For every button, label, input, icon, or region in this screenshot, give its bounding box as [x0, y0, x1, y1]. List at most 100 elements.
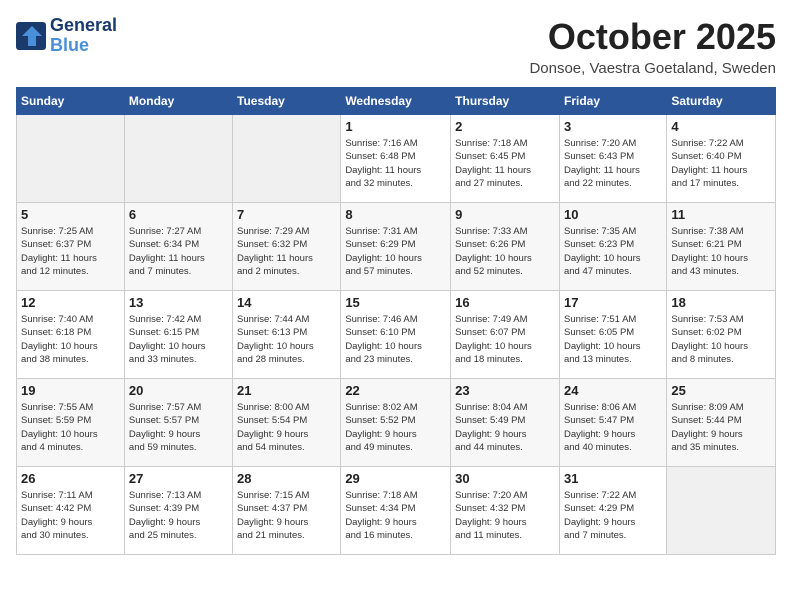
day-info: Sunrise: 7:20 AM Sunset: 6:43 PM Dayligh…: [564, 137, 662, 190]
calendar-cell: 13 Sunrise: 7:42 AM Sunset: 6:15 PM Dayli…: [124, 291, 232, 379]
col-header-wednesday: Wednesday: [341, 88, 451, 115]
day-number: 4: [671, 119, 771, 134]
day-number: 19: [21, 383, 120, 398]
day-number: 31: [564, 471, 662, 486]
day-info: Sunrise: 7:51 AM Sunset: 6:05 PM Dayligh…: [564, 313, 662, 366]
day-number: 2: [455, 119, 555, 134]
day-info: Sunrise: 7:22 AM Sunset: 4:29 PM Dayligh…: [564, 489, 662, 542]
logo-line2: Blue: [50, 36, 117, 56]
day-number: 23: [455, 383, 555, 398]
day-number: 22: [345, 383, 446, 398]
day-number: 18: [671, 295, 771, 310]
day-info: Sunrise: 7:42 AM Sunset: 6:15 PM Dayligh…: [129, 313, 228, 366]
calendar-cell: 30 Sunrise: 7:20 AM Sunset: 4:32 PM Dayli…: [451, 467, 560, 555]
calendar-cell: 24Sunrise: 8:06 AM Sunset: 5:47 PM Dayli…: [559, 379, 666, 467]
calendar-cell: [124, 115, 232, 203]
calendar-cell: [233, 115, 341, 203]
calendar-cell: [667, 467, 776, 555]
day-info: Sunrise: 7:11 AM Sunset: 4:42 PM Dayligh…: [21, 489, 120, 542]
day-number: 15: [345, 295, 446, 310]
calendar-cell: 17 Sunrise: 7:51 AM Sunset: 6:05 PM Dayli…: [559, 291, 666, 379]
day-number: 12: [21, 295, 120, 310]
calendar-cell: 20 Sunrise: 7:57 AM Sunset: 5:57 PM Dayli…: [124, 379, 232, 467]
day-number: 24: [564, 383, 662, 398]
day-info: Sunrise: 7:38 AM Sunset: 6:21 PM Dayligh…: [671, 225, 771, 278]
day-number: 10: [564, 207, 662, 222]
day-number: 30: [455, 471, 555, 486]
day-number: 7: [237, 207, 336, 222]
calendar-cell: 5Sunrise: 7:25 AM Sunset: 6:37 PM Daylig…: [17, 203, 125, 291]
day-number: 5: [21, 207, 120, 222]
day-info: Sunrise: 7:13 AM Sunset: 4:39 PM Dayligh…: [129, 489, 228, 542]
day-number: 17: [564, 295, 662, 310]
day-number: 6: [129, 207, 228, 222]
calendar-cell: 26 Sunrise: 7:11 AM Sunset: 4:42 PM Dayli…: [17, 467, 125, 555]
title-block: October 2025 Donsoe, Vaestra Goetaland, …: [529, 16, 776, 77]
day-info: Sunrise: 7:46 AM Sunset: 6:10 PM Dayligh…: [345, 313, 446, 366]
page-header: General Blue October 2025 Donsoe, Vaestr…: [16, 16, 776, 77]
col-header-monday: Monday: [124, 88, 232, 115]
calendar-cell: 29Sunrise: 7:18 AM Sunset: 4:34 PM Dayli…: [341, 467, 451, 555]
calendar-week-2: 5Sunrise: 7:25 AM Sunset: 6:37 PM Daylig…: [17, 203, 776, 291]
calendar-cell: 22 Sunrise: 8:02 AM Sunset: 5:52 PM Dayli…: [341, 379, 451, 467]
calendar-header-row: SundayMondayTuesdayWednesdayThursdayFrid…: [17, 88, 776, 115]
day-info: Sunrise: 7:16 AM Sunset: 6:48 PM Dayligh…: [345, 137, 446, 190]
day-info: Sunrise: 8:00 AM Sunset: 5:54 PM Dayligh…: [237, 401, 336, 454]
calendar-cell: 27 Sunrise: 7:13 AM Sunset: 4:39 PM Dayli…: [124, 467, 232, 555]
day-info: Sunrise: 7:29 AM Sunset: 6:32 PM Dayligh…: [237, 225, 336, 278]
day-info: Sunrise: 7:18 AM Sunset: 6:45 PM Dayligh…: [455, 137, 555, 190]
day-info: Sunrise: 7:57 AM Sunset: 5:57 PM Dayligh…: [129, 401, 228, 454]
calendar-cell: 23 Sunrise: 8:04 AM Sunset: 5:49 PM Dayli…: [451, 379, 560, 467]
day-info: Sunrise: 8:02 AM Sunset: 5:52 PM Dayligh…: [345, 401, 446, 454]
calendar-cell: 7 Sunrise: 7:29 AM Sunset: 6:32 PM Daylig…: [233, 203, 341, 291]
day-number: 8: [345, 207, 446, 222]
day-info: Sunrise: 7:44 AM Sunset: 6:13 PM Dayligh…: [237, 313, 336, 366]
day-info: Sunrise: 7:40 AM Sunset: 6:18 PM Dayligh…: [21, 313, 120, 366]
day-number: 29: [345, 471, 446, 486]
day-number: 21: [237, 383, 336, 398]
logo-line1: General: [50, 16, 117, 36]
calendar-cell: 1Sunrise: 7:16 AM Sunset: 6:48 PM Daylig…: [341, 115, 451, 203]
calendar-week-5: 26 Sunrise: 7:11 AM Sunset: 4:42 PM Dayli…: [17, 467, 776, 555]
calendar-cell: 11 Sunrise: 7:38 AM Sunset: 6:21 PM Dayli…: [667, 203, 776, 291]
calendar-cell: 8 Sunrise: 7:31 AM Sunset: 6:29 PM Daylig…: [341, 203, 451, 291]
calendar-cell: [17, 115, 125, 203]
col-header-sunday: Sunday: [17, 88, 125, 115]
day-number: 20: [129, 383, 228, 398]
col-header-tuesday: Tuesday: [233, 88, 341, 115]
day-number: 26: [21, 471, 120, 486]
day-info: Sunrise: 7:15 AM Sunset: 4:37 PM Dayligh…: [237, 489, 336, 542]
calendar-table: SundayMondayTuesdayWednesdayThursdayFrid…: [16, 87, 776, 555]
calendar-cell: 4 Sunrise: 7:22 AM Sunset: 6:40 PM Daylig…: [667, 115, 776, 203]
day-number: 27: [129, 471, 228, 486]
day-info: Sunrise: 8:09 AM Sunset: 5:44 PM Dayligh…: [671, 401, 771, 454]
day-number: 9: [455, 207, 555, 222]
calendar-week-1: 1Sunrise: 7:16 AM Sunset: 6:48 PM Daylig…: [17, 115, 776, 203]
day-number: 3: [564, 119, 662, 134]
day-info: Sunrise: 8:04 AM Sunset: 5:49 PM Dayligh…: [455, 401, 555, 454]
calendar-cell: 28Sunrise: 7:15 AM Sunset: 4:37 PM Dayli…: [233, 467, 341, 555]
day-info: Sunrise: 7:33 AM Sunset: 6:26 PM Dayligh…: [455, 225, 555, 278]
day-info: Sunrise: 7:31 AM Sunset: 6:29 PM Dayligh…: [345, 225, 446, 278]
calendar-cell: 31 Sunrise: 7:22 AM Sunset: 4:29 PM Dayli…: [559, 467, 666, 555]
day-info: Sunrise: 7:55 AM Sunset: 5:59 PM Dayligh…: [21, 401, 120, 454]
calendar-cell: 3 Sunrise: 7:20 AM Sunset: 6:43 PM Daylig…: [559, 115, 666, 203]
col-header-saturday: Saturday: [667, 88, 776, 115]
day-info: Sunrise: 7:20 AM Sunset: 4:32 PM Dayligh…: [455, 489, 555, 542]
location-subtitle: Donsoe, Vaestra Goetaland, Sweden: [529, 60, 776, 77]
day-number: 25: [671, 383, 771, 398]
day-info: Sunrise: 7:35 AM Sunset: 6:23 PM Dayligh…: [564, 225, 662, 278]
col-header-friday: Friday: [559, 88, 666, 115]
col-header-thursday: Thursday: [451, 88, 560, 115]
month-title: October 2025: [529, 16, 776, 58]
calendar-cell: 12 Sunrise: 7:40 AM Sunset: 6:18 PM Dayli…: [17, 291, 125, 379]
day-number: 13: [129, 295, 228, 310]
calendar-cell: 6Sunrise: 7:27 AM Sunset: 6:34 PM Daylig…: [124, 203, 232, 291]
day-info: Sunrise: 7:22 AM Sunset: 6:40 PM Dayligh…: [671, 137, 771, 190]
logo: General Blue: [16, 16, 117, 56]
day-number: 11: [671, 207, 771, 222]
calendar-cell: 16Sunrise: 7:49 AM Sunset: 6:07 PM Dayli…: [451, 291, 560, 379]
day-info: Sunrise: 7:49 AM Sunset: 6:07 PM Dayligh…: [455, 313, 555, 366]
calendar-cell: 25 Sunrise: 8:09 AM Sunset: 5:44 PM Dayli…: [667, 379, 776, 467]
calendar-cell: 10 Sunrise: 7:35 AM Sunset: 6:23 PM Dayli…: [559, 203, 666, 291]
